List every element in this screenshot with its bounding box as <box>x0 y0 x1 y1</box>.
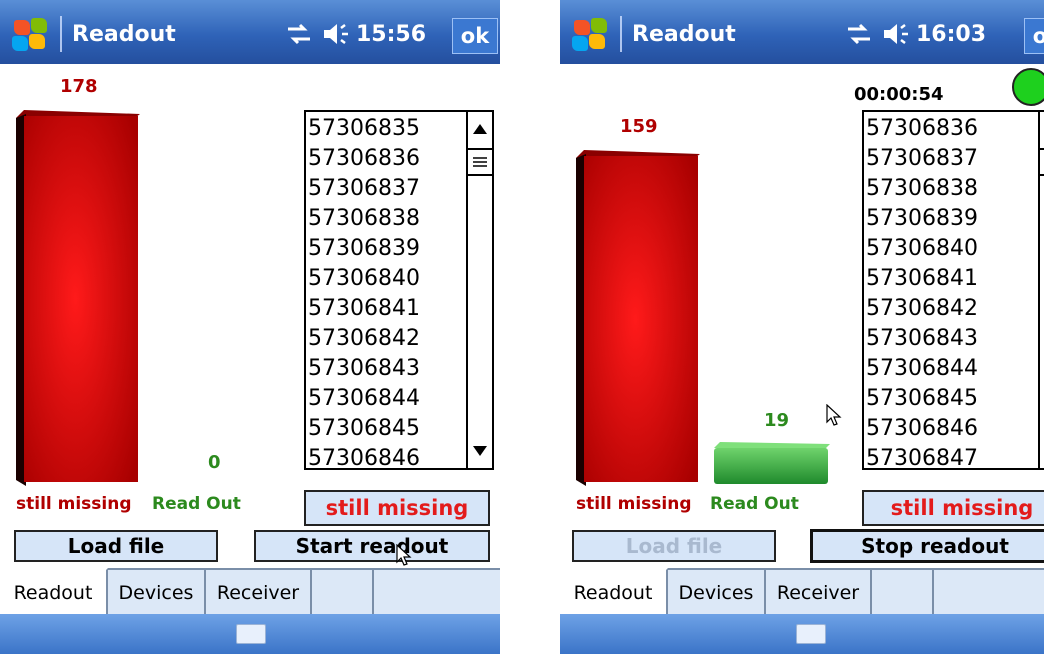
list-item[interactable]: 57306839 <box>308 234 420 264</box>
list-item[interactable]: 57306846 <box>308 444 420 474</box>
list-item[interactable]: 57306836 <box>308 144 420 174</box>
list-item[interactable]: 57306841 <box>866 264 978 294</box>
list-item[interactable]: 57306838 <box>308 204 420 234</box>
start-readout-button[interactable]: Start readout <box>254 530 490 562</box>
missing-bar <box>16 110 140 486</box>
tab-empty[interactable] <box>312 570 374 616</box>
load-file-button[interactable]: Load file <box>14 530 218 562</box>
list-item[interactable]: 57306845 <box>866 384 978 414</box>
keyboard-icon[interactable] <box>236 624 266 644</box>
tab-bar: Readout Devices Receiver <box>560 568 1044 616</box>
mouse-cursor-icon <box>826 404 842 426</box>
connectivity-icon[interactable] <box>844 22 874 46</box>
scroll-thumb[interactable] <box>1040 148 1044 176</box>
tab-devices[interactable]: Devices <box>668 570 766 616</box>
windows-start-icon[interactable] <box>572 18 608 52</box>
read-out-label: Read Out <box>710 494 799 514</box>
app-title: Readout <box>72 22 176 47</box>
scroll-down-button[interactable] <box>1040 434 1044 468</box>
load-file-button: Load file <box>572 530 776 562</box>
menu-bar <box>560 614 1044 654</box>
list-item[interactable]: 57306844 <box>866 354 978 384</box>
still-missing-label: still missing <box>16 494 132 514</box>
scroll-down-button[interactable] <box>468 434 492 468</box>
scrollbar[interactable] <box>1038 112 1044 468</box>
list-item[interactable]: 57306847 <box>866 444 978 474</box>
readout-count: 19 <box>764 410 790 431</box>
list-item[interactable]: 57306843 <box>866 324 978 354</box>
ok-button[interactable]: ok <box>1024 18 1044 54</box>
list-item[interactable]: 57306840 <box>866 234 978 264</box>
list-item[interactable]: 57306837 <box>308 174 420 204</box>
mouse-cursor-icon <box>396 544 412 566</box>
tab-readout[interactable]: Readout <box>560 568 668 616</box>
menu-bar <box>0 614 500 654</box>
list-item[interactable]: 57306843 <box>308 354 420 384</box>
tab-receiver[interactable]: Receiver <box>206 570 312 616</box>
list-item[interactable]: 57306838 <box>866 174 978 204</box>
scroll-up-button[interactable] <box>468 112 492 146</box>
volume-icon[interactable] <box>882 22 912 46</box>
tab-bar: Readout Devices Receiver <box>0 568 500 616</box>
list-item[interactable]: 57306842 <box>866 294 978 324</box>
readout-bar <box>714 442 830 484</box>
stop-readout-button[interactable]: Stop readout <box>810 529 1044 563</box>
keyboard-icon[interactable] <box>796 624 826 644</box>
scrollbar[interactable] <box>466 112 492 468</box>
list-item[interactable]: 57306844 <box>308 384 420 414</box>
tab-empty[interactable] <box>872 570 934 616</box>
status-led-icon <box>1012 68 1044 106</box>
scroll-thumb[interactable] <box>468 148 492 176</box>
missing-count: 178 <box>60 76 98 97</box>
still-missing-label: still missing <box>576 494 692 514</box>
missing-count: 159 <box>620 116 658 137</box>
list-item[interactable]: 57306836 <box>866 114 978 144</box>
title-bar: Readout 16:03 ok <box>560 0 1044 64</box>
list-item[interactable]: 57306845 <box>308 414 420 444</box>
title-bar: Readout 15:56 ok <box>0 0 500 64</box>
list-item[interactable]: 57306837 <box>866 144 978 174</box>
connectivity-icon[interactable] <box>284 22 314 46</box>
tag-id-list[interactable]: 57306835 57306836 57306837 57306838 57306839… <box>304 110 494 471</box>
tag-id-list[interactable]: 57306836 57306837 57306838 57306839 57306840… <box>862 110 1044 471</box>
clock-time[interactable]: 16:03 <box>916 22 986 58</box>
readout-count: 0 <box>208 452 221 473</box>
windows-start-icon[interactable] <box>12 18 48 52</box>
still-missing-button[interactable]: still missing <box>862 490 1044 526</box>
list-item[interactable]: 57306846 <box>866 414 978 444</box>
list-item[interactable]: 57306839 <box>866 204 978 234</box>
scroll-up-button[interactable] <box>1040 112 1044 146</box>
ok-button[interactable]: ok <box>452 18 498 54</box>
list-item[interactable]: 57306841 <box>308 294 420 324</box>
still-missing-button[interactable]: still missing <box>304 490 490 526</box>
tab-readout[interactable]: Readout <box>0 568 108 616</box>
clock-time[interactable]: 15:56 <box>356 22 426 58</box>
list-item[interactable]: 57306842 <box>308 324 420 354</box>
tab-receiver[interactable]: Receiver <box>766 570 872 616</box>
tab-devices[interactable]: Devices <box>108 570 206 616</box>
title-separator <box>620 16 622 52</box>
list-item[interactable]: 57306835 <box>308 114 420 144</box>
volume-icon[interactable] <box>322 22 352 46</box>
missing-bar <box>576 150 700 486</box>
title-separator <box>60 16 62 52</box>
pda-screen-1: Readout 15:56 ok 178 0 57306835 57306836 5… <box>0 0 500 654</box>
list-item[interactable]: 57306840 <box>308 264 420 294</box>
read-out-label: Read Out <box>152 494 241 514</box>
pda-screen-2: Readout 16:03 ok 00:00:54 159 19 <box>560 0 1044 654</box>
elapsed-timer: 00:00:54 <box>854 84 944 105</box>
app-title: Readout <box>632 22 736 47</box>
